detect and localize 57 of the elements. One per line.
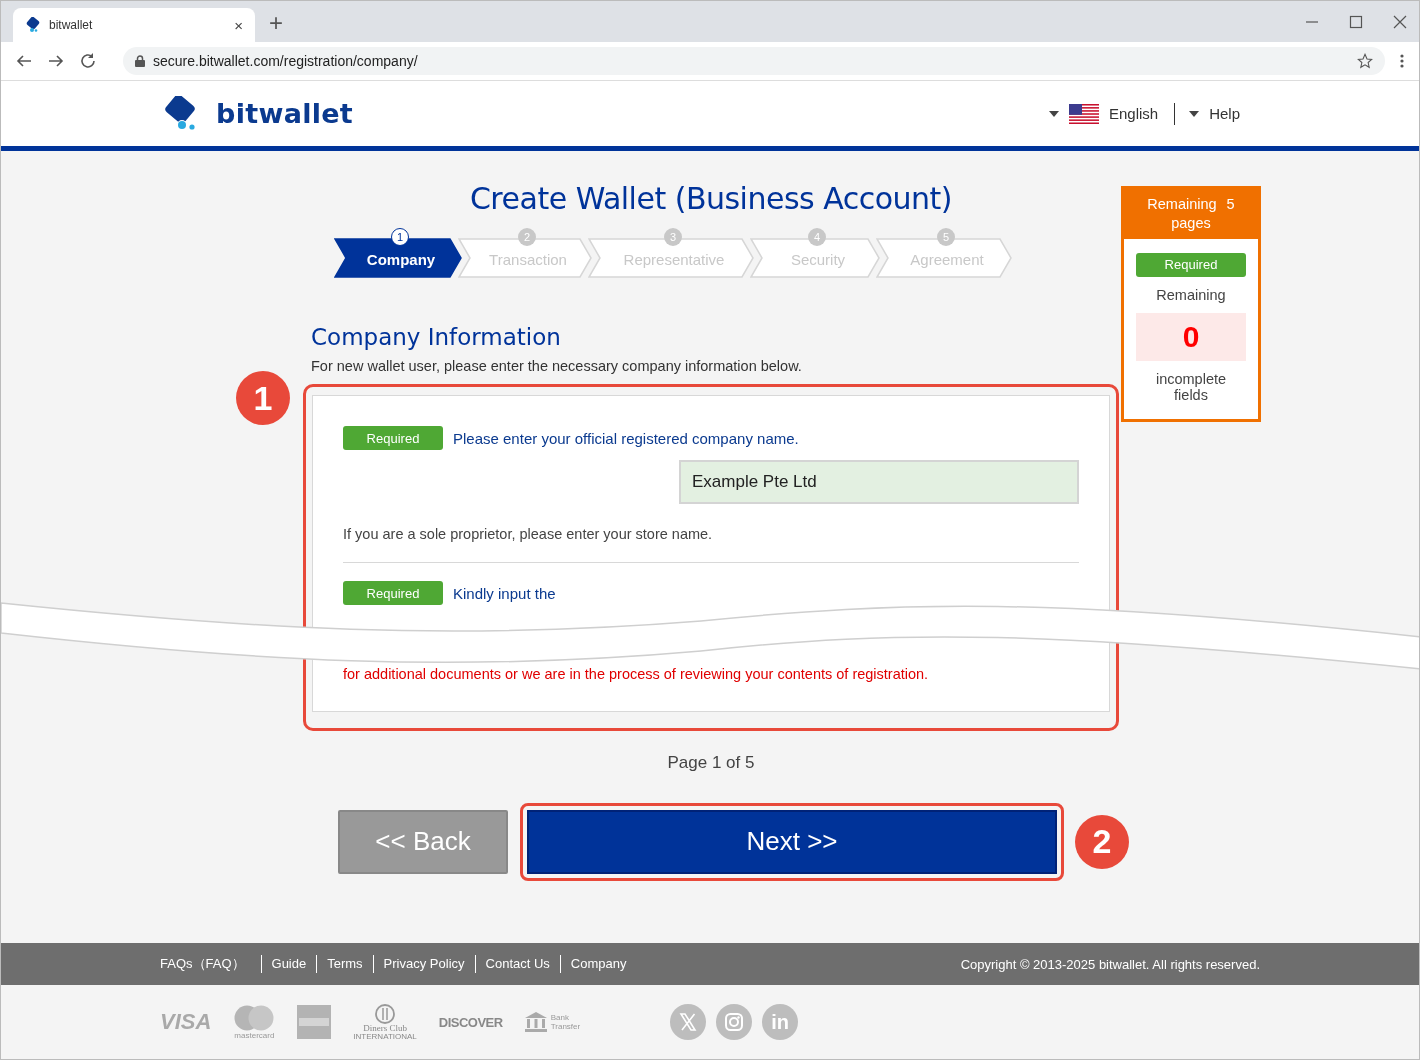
annotation-number: 1	[236, 371, 290, 425]
notice-text: for additional documents or we are in the process of reviewing your contents of registration.	[343, 665, 930, 684]
card-logo: DISCOVER	[438, 1014, 503, 1030]
annotation-number: 2	[1075, 814, 1129, 869]
page-title: Create Wallet (Business Account)	[469, 181, 953, 216]
close-icon[interactable]	[1393, 15, 1407, 29]
intro-text: For new wallet user, please enter the necessary company information below.	[311, 358, 802, 374]
card-logo: INTERNATIONAL	[353, 1032, 417, 1041]
overlapping-circles-icon	[233, 1004, 276, 1031]
step-number: 1	[391, 228, 409, 246]
footer-link[interactable]: Terms	[316, 955, 373, 973]
card-logo-icon	[297, 1005, 332, 1039]
bank-icon	[524, 1012, 547, 1032]
copyright-text: Copyright © 2013-2025 bitwallet. All rights reserved.	[960, 956, 1260, 972]
browser-tab[interactable]: bitwallet ×	[13, 8, 255, 42]
footer-link[interactable]: FAQs（FAQ）	[160, 955, 261, 973]
card-logo: VISA	[160, 1009, 212, 1035]
field-label: Please enter your official registered company name.	[453, 429, 799, 447]
incomplete-caption: incomplete fields	[1154, 370, 1228, 403]
remaining-label: Remaining	[1155, 286, 1227, 303]
flag-icon	[1068, 103, 1099, 124]
close-tab-button[interactable]: ×	[234, 16, 243, 34]
tab-title: bitwallet	[49, 18, 94, 32]
lock-icon	[135, 55, 145, 67]
card-logo: mastercard	[234, 1030, 275, 1040]
language-link[interactable]: English	[1108, 105, 1159, 122]
caret-icon	[1189, 110, 1200, 117]
circle-logo-icon	[375, 1003, 396, 1024]
required-badge: Required	[1136, 252, 1246, 277]
logo-text[interactable]: bitwallet	[216, 98, 354, 129]
card-logo: Diners Club	[363, 1023, 407, 1033]
next-button[interactable]: Next >>	[527, 809, 1057, 874]
address-field[interactable]: secure.bitwallet.com/registration/company/	[123, 47, 1385, 75]
back-button[interactable]: << Back	[338, 809, 508, 874]
footer-link[interactable]: Contact Us	[474, 955, 560, 973]
company-name-field[interactable]: Example Pte Ltd	[679, 460, 1079, 504]
incomplete-count: 0	[1136, 312, 1246, 361]
wallet-logo-icon	[25, 17, 41, 33]
caret-icon	[1048, 110, 1059, 117]
page-indicator: Page 1 of 5	[667, 752, 755, 773]
more-menu-icon[interactable]	[1399, 53, 1405, 69]
bank-transfer-label: Transfer	[550, 1022, 581, 1031]
footer-link[interactable]: Guide	[260, 955, 317, 973]
reload-icon[interactable]	[79, 52, 97, 70]
field-note: If you are a sole proprietor, please enter your store name.	[343, 526, 714, 542]
new-tab-button[interactable]: +	[269, 9, 283, 37]
footer-link[interactable]: Privacy Policy	[372, 955, 475, 973]
maximize-icon[interactable]	[1349, 15, 1363, 29]
star-icon[interactable]	[1357, 53, 1373, 69]
required-badge: Required	[343, 426, 443, 450]
bank-transfer-label: Bank	[550, 1013, 570, 1022]
footer-link[interactable]: Company	[559, 955, 637, 973]
field-label: Kindly input the	[453, 584, 556, 602]
required-badge: Required	[343, 581, 443, 605]
remaining-pages-header: Remaining 5 pages	[1124, 189, 1258, 239]
section-title: Company Information	[311, 324, 561, 350]
help-link[interactable]: Help	[1209, 105, 1240, 122]
